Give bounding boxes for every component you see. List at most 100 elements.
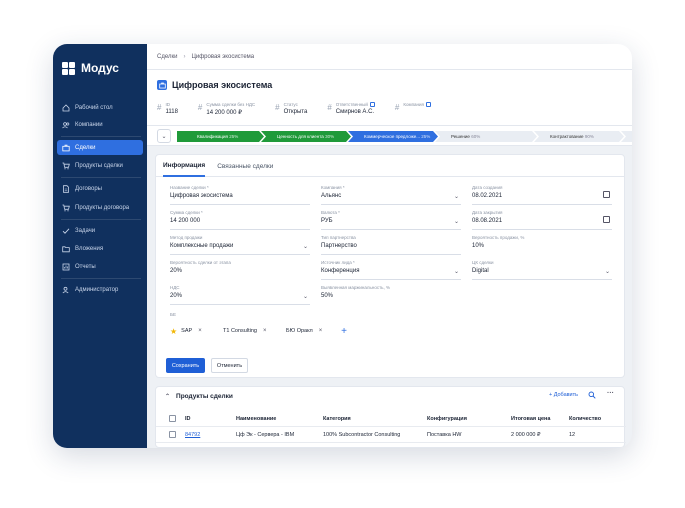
partnership-field[interactable]: Тип партнерства Партнерство: [321, 235, 461, 255]
stage-value[interactable]: Ценность для клиента 30%: [261, 131, 351, 142]
closed-date-field[interactable]: Дата закрытия 08.08.2021: [472, 210, 612, 230]
close-icon[interactable]: ×: [198, 328, 202, 334]
external-link-icon[interactable]: [369, 102, 375, 107]
check-icon: [62, 227, 70, 234]
sidebar-item-label: Администратор: [75, 286, 119, 293]
logo-icon: [62, 61, 75, 75]
sidebar: Модус Рабочий стол Компании Сделки Проду…: [53, 44, 147, 448]
bu-chip-t1: T1 Consulting ×: [223, 328, 267, 334]
field-value: 1118: [165, 109, 178, 115]
main-area: Сделки › Цифровая экосистема Цифровая эк…: [147, 44, 632, 448]
panel-title: Продукты сделки: [176, 392, 233, 400]
briefcase-icon: [157, 80, 167, 90]
select-all-checkbox[interactable]: [169, 415, 176, 422]
field-value[interactable]: Смирнов А.С.: [336, 109, 375, 115]
brand-name: Модус: [81, 61, 119, 75]
sale-method-select[interactable]: Метод продажи Комплексные продажи ⌄: [170, 235, 310, 255]
company-select[interactable]: Компания * Альянс ⌄: [321, 185, 461, 205]
row-checkbox[interactable]: [169, 431, 176, 438]
logo[interactable]: Модус: [62, 59, 119, 77]
external-link-icon[interactable]: [425, 102, 431, 107]
chevron-down-icon: ⌄: [302, 294, 308, 300]
save-button[interactable]: Сохранить: [166, 358, 205, 373]
cancel-button[interactable]: Отменить: [211, 358, 248, 373]
deal-name-field[interactable]: Название сделки * Цифровая экосистема: [170, 185, 310, 205]
folder-icon: [62, 245, 70, 252]
field-value: 14 200 000 ₽: [206, 110, 242, 116]
currency-select[interactable]: Валюта * РУБ ⌄: [321, 210, 461, 230]
divider: [61, 136, 141, 137]
add-bu-button[interactable]: +: [338, 325, 350, 337]
field-value: Открыта: [283, 109, 308, 115]
products-table: ID Наименование Категория Конфигурация И…: [156, 411, 626, 443]
add-product-button[interactable]: + Добавить: [549, 392, 578, 398]
sidebar-item-attachments[interactable]: Вложения: [57, 241, 143, 256]
sidebar-item-label: Продукты сделки: [75, 162, 123, 169]
sidebar-item-reports[interactable]: Отчеты: [57, 259, 143, 274]
calendar-icon[interactable]: [603, 191, 610, 198]
sidebar-item-admin[interactable]: Администратор: [57, 282, 143, 297]
sidebar-item-label: Рабочий стол: [75, 104, 113, 111]
deal-id: # ID 1118: [157, 102, 178, 116]
sidebar-item-contract-products[interactable]: Продукты договора: [57, 200, 143, 215]
field-label: Компания: [403, 102, 424, 107]
close-icon[interactable]: ×: [263, 328, 267, 334]
tab-related-deals[interactable]: Связанные сделки: [217, 155, 273, 177]
chevron-down-icon[interactable]: ⌄: [157, 129, 171, 143]
sidebar-item-label: Сделки: [75, 144, 96, 151]
document-icon: [63, 184, 69, 193]
deal-status: # Статус Открыта: [275, 102, 307, 116]
stage-decision[interactable]: Решение 60%: [435, 131, 537, 142]
sidebar-item-label: Договоры: [75, 185, 102, 192]
created-date-field[interactable]: Дата создания 08.02.2021: [472, 185, 612, 205]
chevron-down-icon: ⌄: [453, 269, 459, 275]
deal-company: # Компания: [395, 102, 431, 116]
deal-header: Цифровая экосистема # ID 1118 # Сумма сде…: [147, 70, 632, 126]
sidebar-item-label: Продукты договора: [75, 204, 130, 211]
stage-pipeline: ⌄ Квалификация 25% Ценность для клиента …: [147, 126, 632, 146]
search-icon[interactable]: [588, 391, 596, 399]
briefcase-icon: [62, 144, 70, 151]
breadcrumb-root[interactable]: Сделки: [157, 54, 177, 60]
chevron-down-icon: ⌄: [453, 194, 459, 200]
chevron-up-icon[interactable]: ⌃: [165, 393, 170, 400]
chevron-down-icon: ⌄: [453, 219, 459, 225]
sidebar-item-companies[interactable]: Компании: [57, 117, 143, 132]
stage-proposal[interactable]: Коммерческое предложе... 25%: [348, 131, 438, 142]
vat-select[interactable]: НДС 20% ⌄: [170, 285, 310, 305]
people-icon: [62, 121, 70, 128]
deal-amount-field[interactable]: Сумма сделки * 14 200 000: [170, 210, 310, 230]
cc-select[interactable]: ЦК сделки Digital ⌄: [472, 260, 612, 280]
sidebar-item-deals[interactable]: Сделки: [57, 140, 143, 155]
app-window: Модус Рабочий стол Компании Сделки Проду…: [53, 44, 632, 448]
stage-qualification[interactable]: Квалификация 25%: [177, 131, 264, 142]
stage-probability-field: Вероятность сделки от этапа 20%: [170, 260, 231, 274]
table-row[interactable]: 84792 Цф Эк - Сервера - IBM 100% Subcont…: [156, 427, 626, 443]
close-icon[interactable]: ×: [319, 328, 323, 334]
report-icon: [62, 263, 70, 270]
margin-field: Выявленная маржинальность, % 50%: [321, 285, 390, 299]
more-icon[interactable]: ···: [607, 390, 614, 397]
sidebar-item-deal-products[interactable]: Продукты сделки: [57, 158, 143, 173]
sidebar-item-label: Компании: [75, 121, 103, 128]
hash-icon: #: [275, 103, 280, 112]
stage-contracting[interactable]: Контрактование 90%: [534, 131, 624, 142]
divider: [61, 177, 141, 178]
sidebar-item-label: Вложения: [75, 245, 104, 252]
lead-source-select[interactable]: Источник лида * Конференция ⌄: [321, 260, 461, 280]
tab-info[interactable]: Информация: [163, 155, 206, 177]
chevron-down-icon: ⌄: [604, 269, 610, 275]
page-title: Цифровая экосистема: [172, 80, 273, 90]
bu-label: БЕ: [170, 312, 176, 317]
home-icon: [62, 103, 70, 111]
sidebar-item-label: Задачи: [75, 227, 96, 234]
divider: [61, 219, 141, 220]
sidebar-item-dashboard[interactable]: Рабочий стол: [57, 100, 143, 115]
star-icon[interactable]: ★: [170, 327, 177, 336]
sidebar-item-tasks[interactable]: Задачи: [57, 223, 143, 238]
bu-chip-oracle: БЮ Оракл ×: [286, 328, 323, 334]
product-id-link[interactable]: 84792: [185, 432, 200, 438]
probability-field: Вероятность продажи, % 10%: [472, 235, 525, 249]
calendar-icon[interactable]: [603, 216, 610, 223]
sidebar-item-contracts[interactable]: Договоры: [57, 181, 143, 196]
